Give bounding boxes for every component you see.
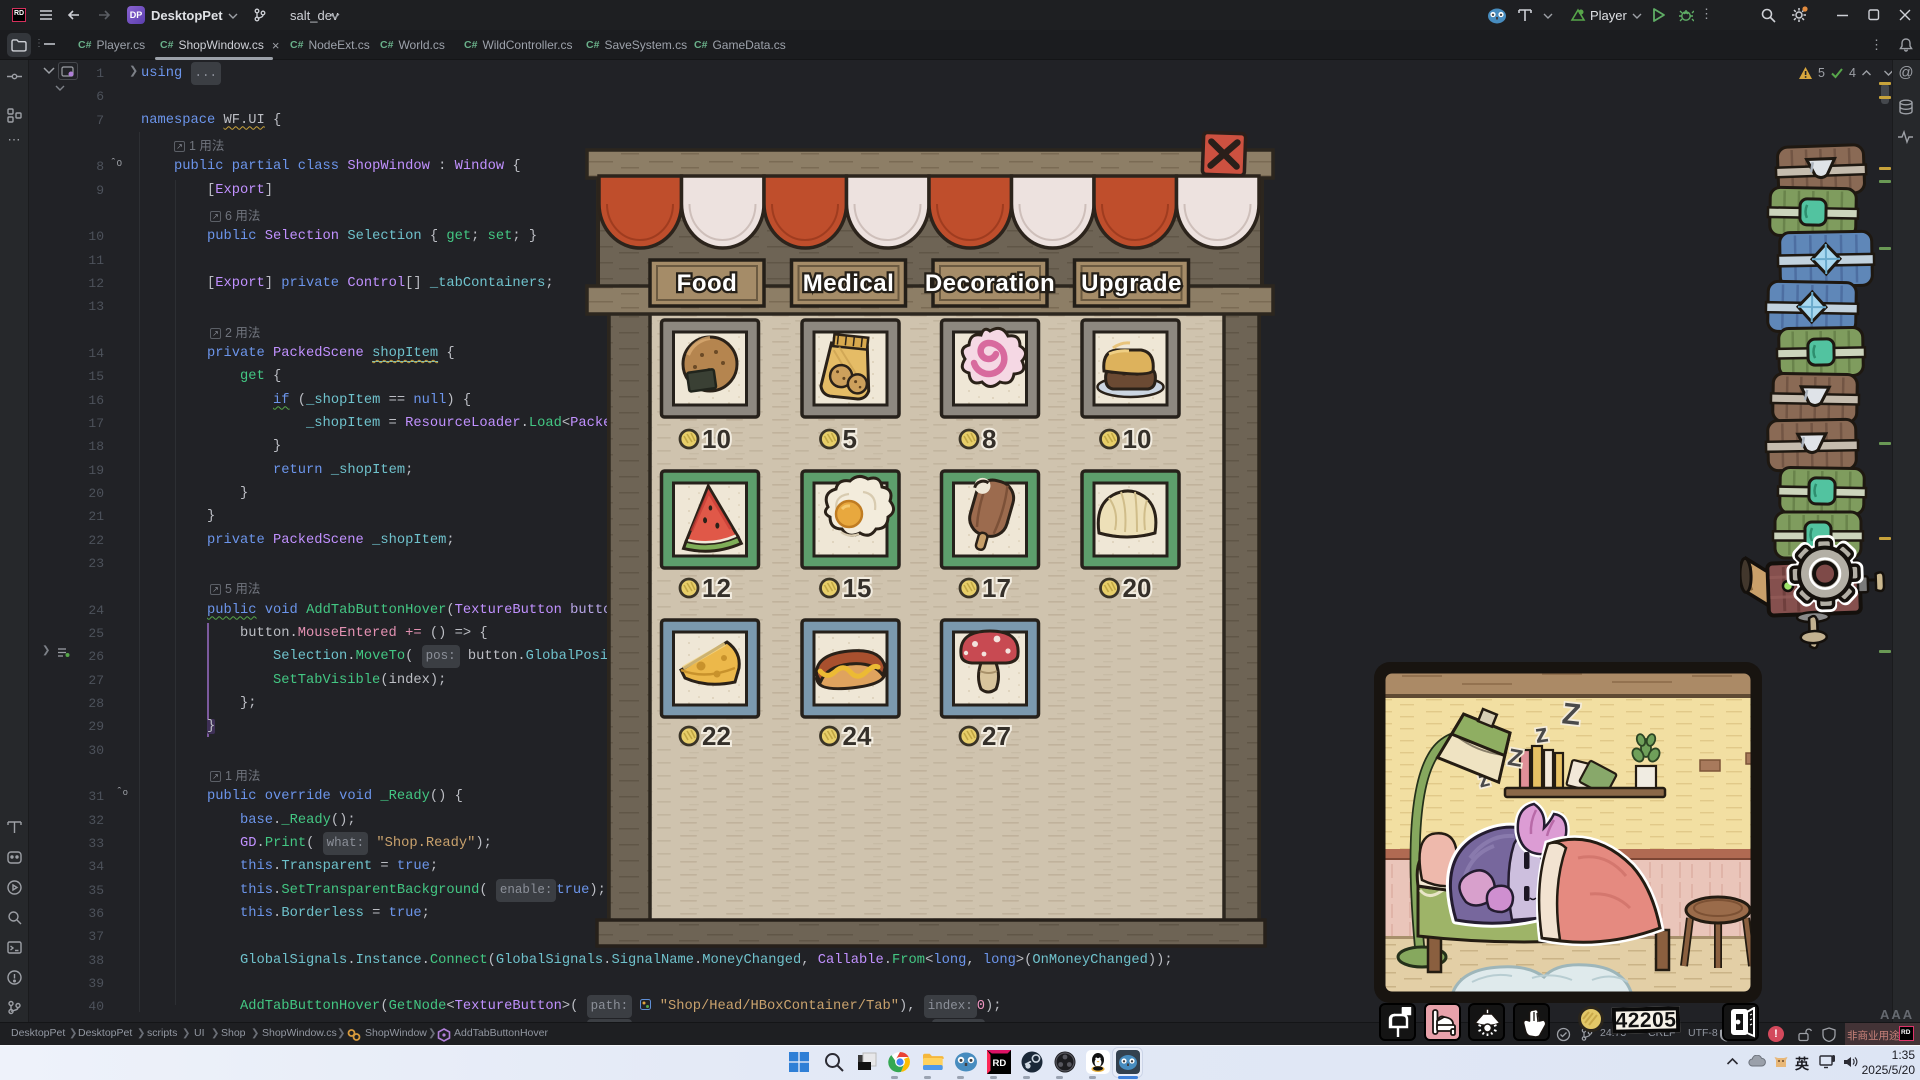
svg-text:8: 8: [982, 424, 996, 454]
svg-text:10: 10: [1123, 424, 1152, 454]
svg-text:RD: RD: [993, 1058, 1007, 1069]
svg-text:5: 5: [843, 424, 857, 454]
svg-text:Upgrade: Upgrade: [1081, 270, 1182, 297]
svg-text:20: 20: [1123, 573, 1152, 603]
svg-text:Z: Z: [1560, 697, 1582, 732]
svg-text:22: 22: [702, 721, 731, 751]
svg-text:10: 10: [702, 424, 731, 454]
svg-text:Medical: Medical: [803, 270, 895, 297]
svg-text:24: 24: [843, 721, 872, 751]
svg-text:15: 15: [843, 573, 872, 603]
svg-text:17: 17: [982, 573, 1011, 603]
svg-text:Decoration: Decoration: [925, 270, 1055, 297]
svg-text:Food: Food: [677, 270, 738, 297]
svg-text:12: 12: [702, 573, 731, 603]
svg-text:27: 27: [982, 721, 1011, 751]
